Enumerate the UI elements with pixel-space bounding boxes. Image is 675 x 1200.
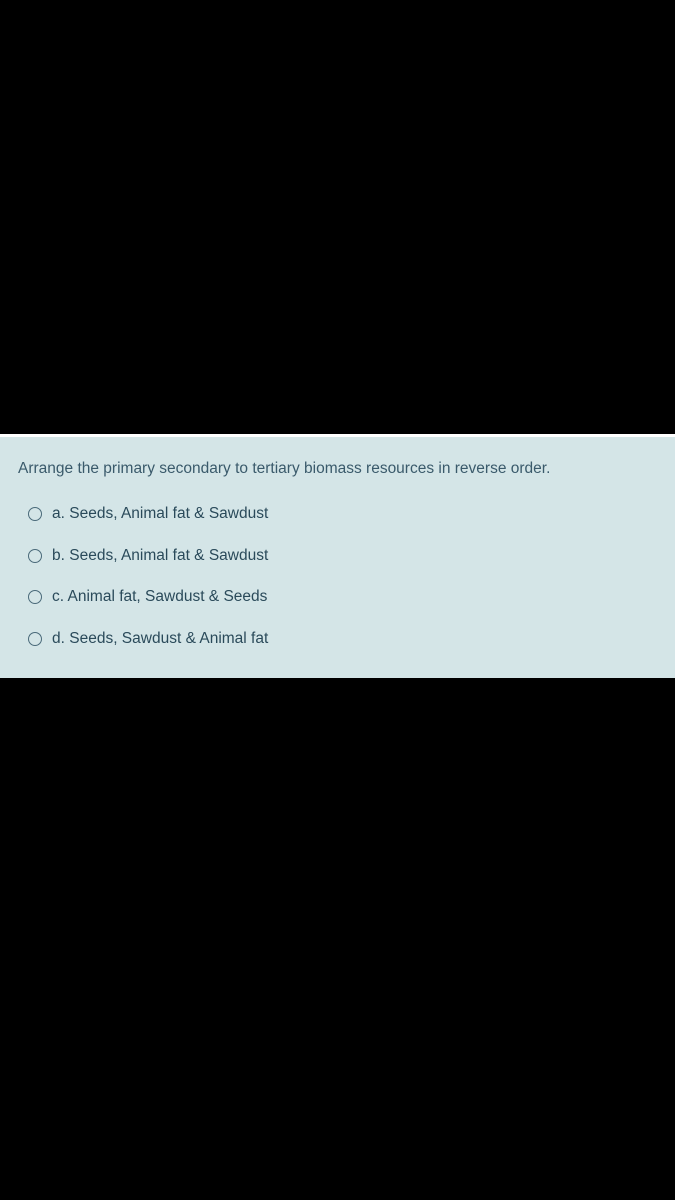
- option-b[interactable]: b. Seeds, Animal fat & Sawdust: [28, 545, 657, 567]
- option-text: Animal fat, Sawdust & Seeds: [68, 588, 268, 605]
- radio-icon[interactable]: [28, 632, 42, 646]
- option-text: Seeds, Sawdust & Animal fat: [69, 630, 268, 647]
- radio-icon[interactable]: [28, 549, 42, 563]
- radio-icon[interactable]: [28, 590, 42, 604]
- option-a[interactable]: a. Seeds, Animal fat & Sawdust: [28, 503, 657, 525]
- option-c[interactable]: c. Animal fat, Sawdust & Seeds: [28, 586, 657, 608]
- option-text: Seeds, Animal fat & Sawdust: [69, 547, 268, 564]
- question-text: Arrange the primary secondary to tertiar…: [18, 457, 657, 481]
- option-label: d. Seeds, Sawdust & Animal fat: [52, 628, 268, 650]
- option-label: a. Seeds, Animal fat & Sawdust: [52, 503, 268, 525]
- option-d[interactable]: d. Seeds, Sawdust & Animal fat: [28, 628, 657, 650]
- option-label: b. Seeds, Animal fat & Sawdust: [52, 545, 268, 567]
- radio-icon[interactable]: [28, 507, 42, 521]
- option-letter: c.: [52, 588, 64, 605]
- question-container: Arrange the primary secondary to tertiar…: [0, 434, 675, 678]
- option-letter: d.: [52, 630, 65, 647]
- option-letter: a.: [52, 505, 65, 522]
- option-label: c. Animal fat, Sawdust & Seeds: [52, 586, 267, 608]
- option-letter: b.: [52, 547, 65, 564]
- option-text: Seeds, Animal fat & Sawdust: [69, 505, 268, 522]
